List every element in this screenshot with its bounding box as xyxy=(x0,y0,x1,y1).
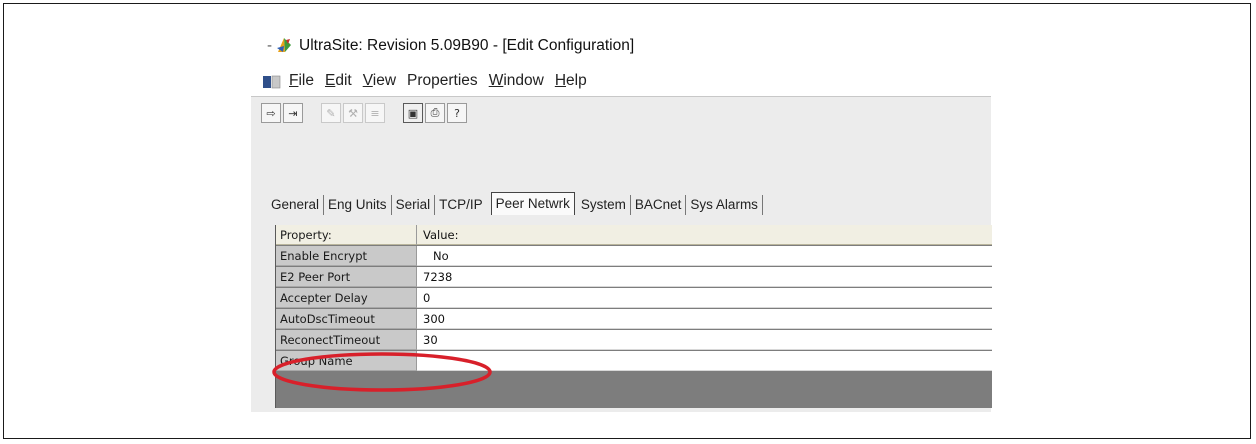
tab-sys-alarms[interactable]: Sys Alarms xyxy=(686,195,763,215)
tab-system[interactable]: System xyxy=(576,195,631,215)
document-icon[interactable] xyxy=(263,74,281,89)
menu-edit-mnemonic: E xyxy=(324,72,336,89)
property-label: E2 Peer Port xyxy=(276,267,417,287)
menu-help[interactable]: Help xyxy=(555,72,587,90)
property-label: Enable Encrypt xyxy=(276,246,417,266)
autodsctimeout-value[interactable]: 300 xyxy=(417,309,992,329)
title-bar: - UltraSite: Revision 5.09B90 - [Edit Co… xyxy=(251,28,991,64)
disconnect-icon[interactable]: ⇥ xyxy=(283,103,303,123)
list-icon[interactable]: ≡ xyxy=(365,103,385,123)
menu-view[interactable]: View xyxy=(363,72,396,90)
tab-bacnet[interactable]: BACnet xyxy=(630,195,687,215)
tab-serial[interactable]: Serial xyxy=(391,195,436,215)
config-tabs: General Eng Units Serial TCP/IP Peer Net… xyxy=(267,192,763,215)
edit-icon[interactable]: ✎ xyxy=(321,103,341,123)
grid-header-property: Property: xyxy=(276,225,417,245)
menu-file-label: ile xyxy=(298,72,314,89)
grid-header-value: Value: xyxy=(417,225,992,245)
ultrasite-window: - UltraSite: Revision 5.09B90 - [Edit Co… xyxy=(251,28,992,412)
menu-help-label: elp xyxy=(566,72,587,89)
grid-row-group-name: Group Name xyxy=(276,351,992,372)
toolbar-group-view: ▣ ⎙ ? xyxy=(403,103,469,123)
grid-row-reconecttimeout: ReconectTimeout 30 xyxy=(276,330,992,351)
tab-general[interactable]: General xyxy=(267,195,325,215)
menu-bar: File Edit View Properties Window Help xyxy=(251,68,991,94)
property-label: Group Name xyxy=(276,351,417,371)
menu-properties-label: Properties xyxy=(407,72,478,89)
property-label: ReconectTimeout xyxy=(276,330,417,350)
connect-icon[interactable]: ⇨ xyxy=(261,103,281,123)
grid-header-row: Property: Value: xyxy=(276,225,992,246)
toolbar-group-edit: ✎ ⚒ ≡ xyxy=(321,103,387,123)
menu-edit-label: dit xyxy=(335,72,352,89)
grid-row-autodsctimeout: AutoDscTimeout 300 xyxy=(276,309,992,330)
tab-tcp-ip[interactable]: TCP/IP xyxy=(435,195,487,215)
menu-window-label: indow xyxy=(503,72,544,89)
window-title: UltraSite: Revision 5.09B90 - [Edit Conf… xyxy=(299,37,635,54)
menu-window-mnemonic: W xyxy=(488,72,504,89)
enable-encrypt-value[interactable]: No xyxy=(417,246,992,266)
tab-peer-netwrk[interactable]: Peer Netwrk xyxy=(490,192,575,215)
menu-file[interactable]: File xyxy=(289,72,314,90)
menu-view-mnemonic: V xyxy=(362,72,373,89)
help-icon[interactable]: ? xyxy=(447,103,467,123)
system-menu-glyph[interactable]: - xyxy=(267,38,275,54)
group-name-value[interactable] xyxy=(417,351,992,371)
property-label: Accepter Delay xyxy=(276,288,417,308)
menu-edit[interactable]: Edit xyxy=(325,72,352,90)
e2-peer-port-value[interactable]: 7238 xyxy=(417,267,992,287)
toolbar: ⇨ ⇥ ✎ ⚒ ≡ ▣ ⎙ ? xyxy=(251,96,991,129)
tab-eng-units[interactable]: Eng Units xyxy=(324,195,392,215)
print-icon[interactable]: ⎙ xyxy=(425,103,445,123)
window-icon[interactable]: ▣ xyxy=(403,103,423,123)
property-grid: Property: Value: Enable Encrypt No E2 Pe… xyxy=(275,225,992,408)
property-label: AutoDscTimeout xyxy=(276,309,417,329)
menu-help-mnemonic: H xyxy=(554,72,567,89)
reconecttimeout-value[interactable]: 30 xyxy=(417,330,992,350)
menu-properties[interactable]: Properties xyxy=(407,72,478,90)
accepter-delay-value[interactable]: 0 xyxy=(417,288,992,308)
grid-row-enable-encrypt: Enable Encrypt No xyxy=(276,246,992,267)
grid-row-accepter-delay: Accepter Delay 0 xyxy=(276,288,992,309)
grid-row-e2-peer-port: E2 Peer Port 7238 xyxy=(276,267,992,288)
ultrasite-app-icon[interactable] xyxy=(275,36,293,54)
tool-icon[interactable]: ⚒ xyxy=(343,103,363,123)
menu-view-label: iew xyxy=(372,72,397,89)
menu-window[interactable]: Window xyxy=(489,72,544,90)
toolbar-group-connection: ⇨ ⇥ xyxy=(261,103,305,123)
edit-configuration-panel: General Eng Units Serial TCP/IP Peer Net… xyxy=(251,128,992,412)
